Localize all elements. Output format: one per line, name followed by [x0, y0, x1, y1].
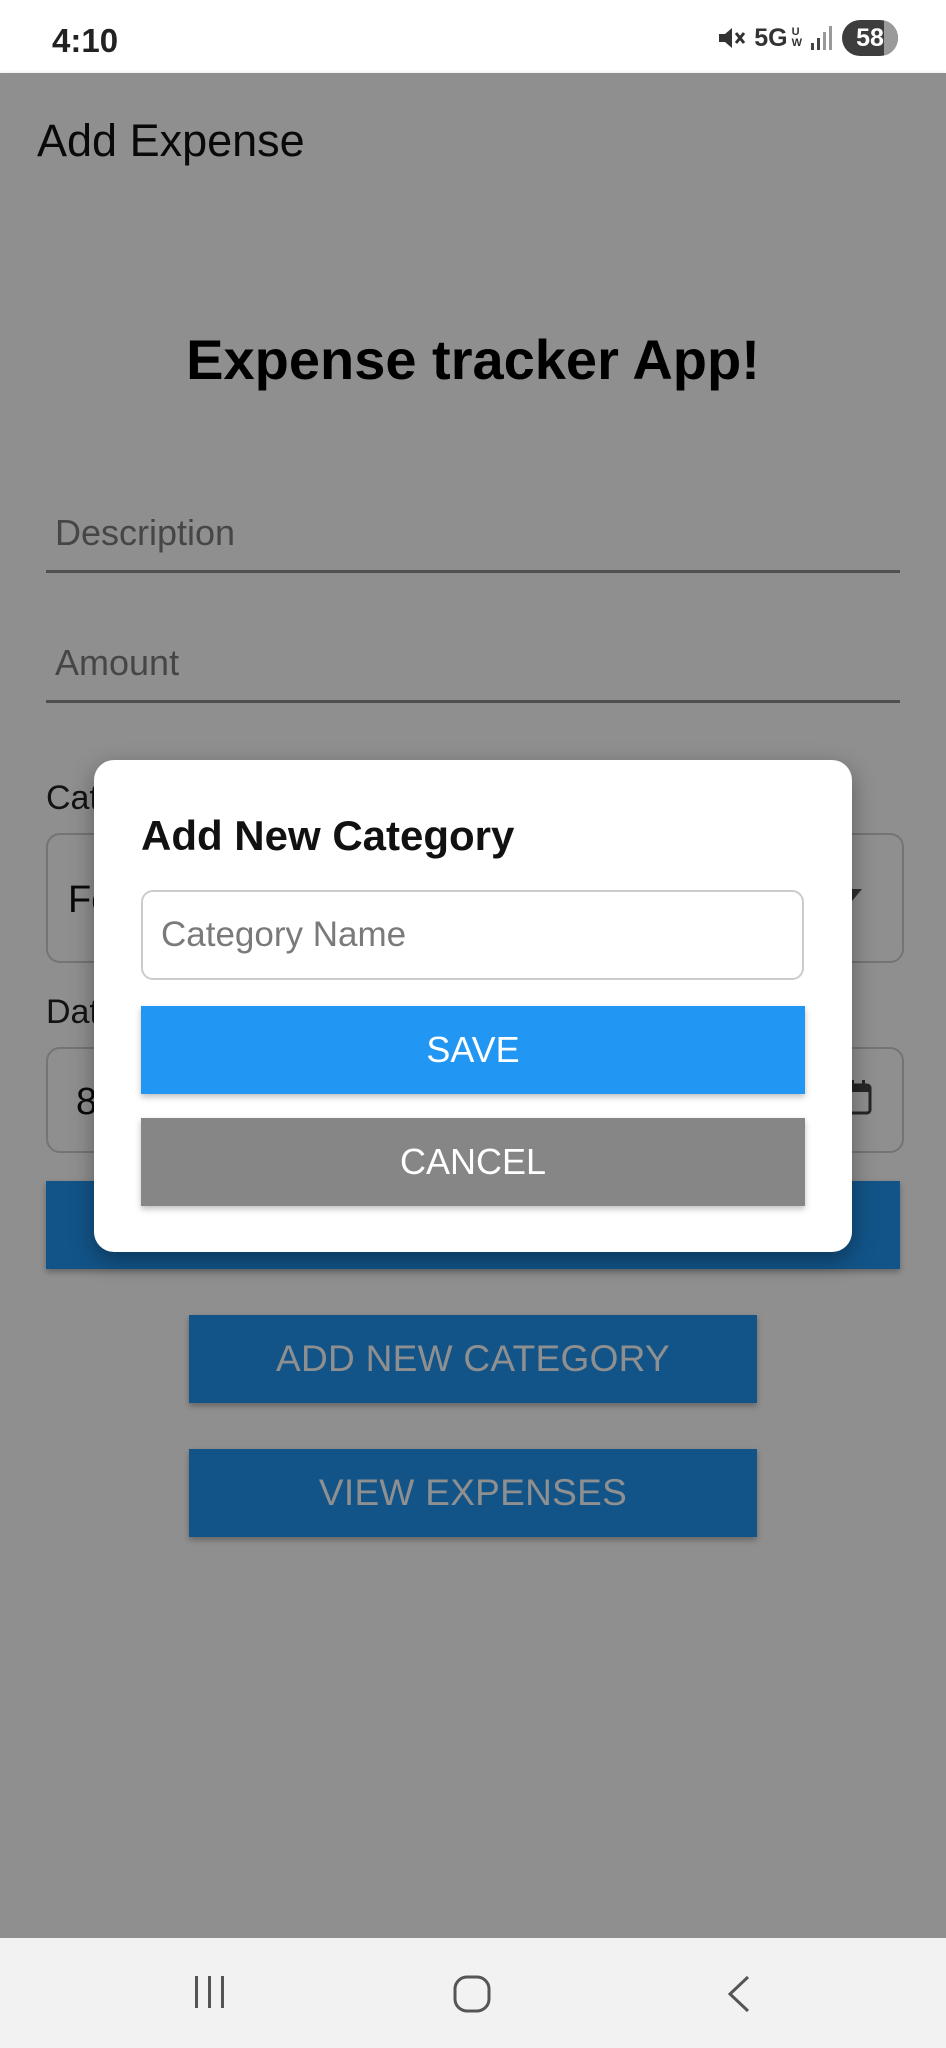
network-sup-bottom: W [791, 37, 802, 49]
dialog-title: Add New Category [141, 812, 515, 859]
battery-level: 58 [856, 23, 884, 52]
network-label: 5G [754, 23, 788, 52]
home-icon[interactable] [452, 1974, 492, 2014]
status-bar: 4:10 5G U W 58 [0, 0, 946, 73]
cancel-button[interactable]: CANCEL [141, 1118, 805, 1206]
network-superscript: U W [792, 27, 802, 49]
status-time: 4:10 [52, 22, 119, 59]
category-name-input[interactable] [141, 890, 804, 980]
navigation-bar [0, 1938, 946, 2048]
add-category-dialog: Add New Category SAVE CANCEL [94, 760, 852, 1252]
recents-icon[interactable] [192, 1974, 228, 2010]
back-icon[interactable] [724, 1974, 752, 2014]
save-button[interactable]: SAVE [141, 1006, 805, 1094]
signal-icon [811, 26, 832, 50]
mute-icon [719, 28, 746, 48]
status-icons: 5G U W 58 [716, 20, 898, 56]
battery-indicator: 58 [842, 20, 898, 56]
